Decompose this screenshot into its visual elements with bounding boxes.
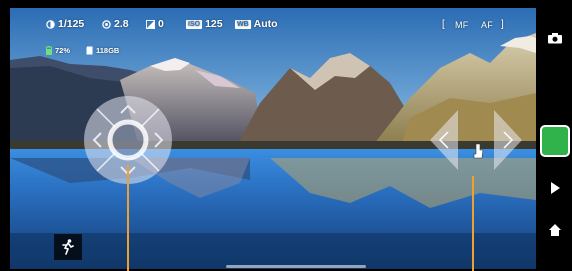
iso-value: 125 <box>205 18 223 30</box>
wb-value: Auto <box>253 18 278 30</box>
hand-cursor-icon <box>473 142 484 159</box>
camera-viewfinder[interactable]: 1/125 2.8 0 ISO 125 WB Auto [ MF AF ] 72… <box>10 8 536 269</box>
shutter-speed-readout[interactable]: 1/125 <box>46 18 84 30</box>
home-icon <box>549 224 561 236</box>
right-guide-line <box>472 176 474 271</box>
shutter-speed-value: 1/125 <box>58 18 85 30</box>
action-mode-button[interactable] <box>54 234 82 260</box>
battery-percent: 72% <box>55 46 71 55</box>
running-person-icon <box>62 239 74 255</box>
iso-badge: ISO <box>186 19 203 29</box>
aperture-readout[interactable]: 2.8 <box>102 18 129 30</box>
battery-icon <box>46 46 52 55</box>
aperture-icon <box>102 19 111 29</box>
shutter-button[interactable] <box>540 125 570 157</box>
zoom-out-arrow[interactable] <box>430 110 458 170</box>
shutter-icon <box>46 19 55 29</box>
exposure-readout[interactable]: 0 <box>146 18 164 30</box>
camera-switch-icon <box>548 33 562 44</box>
playback-button[interactable] <box>540 178 570 198</box>
zoom-in-arrow[interactable] <box>494 110 522 170</box>
iso-readout[interactable]: ISO 125 <box>186 18 223 30</box>
zoom-arrows[interactable] <box>430 110 522 170</box>
focus-bracket-left: [ <box>442 19 446 30</box>
home-button[interactable] <box>540 220 570 240</box>
wb-badge: WB <box>235 19 251 29</box>
focus-mode-mf[interactable]: MF <box>455 20 469 30</box>
focus-bracket-right: ] <box>501 19 505 30</box>
sd-card-icon <box>86 46 93 55</box>
play-icon <box>551 182 560 194</box>
aperture-value: 2.8 <box>114 18 129 30</box>
exposure-compensation-icon <box>146 19 155 29</box>
exposure-value: 0 <box>158 18 164 30</box>
battery-indicator: 72% <box>46 46 70 55</box>
storage-indicator: 118GB <box>86 46 119 55</box>
camera-switch-button[interactable] <box>543 29 567 47</box>
left-guide-line <box>127 165 129 271</box>
storage-value: 118GB <box>96 46 120 55</box>
white-balance-readout[interactable]: WB Auto <box>235 18 278 30</box>
focus-mode-af[interactable]: AF <box>481 20 493 30</box>
home-indicator-bar[interactable] <box>226 265 366 268</box>
